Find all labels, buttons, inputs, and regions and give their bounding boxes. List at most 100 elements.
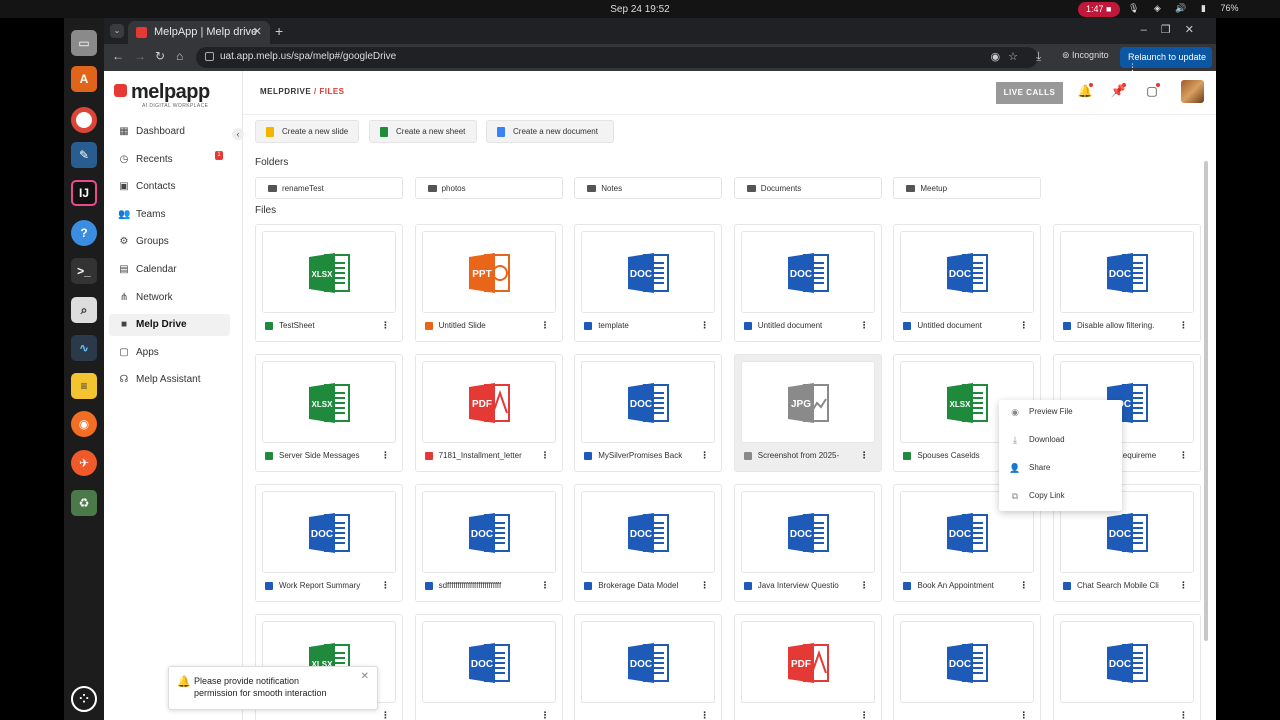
pin-icon[interactable]: 📌 — [1110, 83, 1126, 100]
file-card[interactable]: DOC Java Interview Questio ⋮ — [733, 484, 882, 602]
folder-item[interactable]: Meetup — [893, 177, 1042, 199]
file-thumbnail[interactable]: DOC — [581, 361, 716, 443]
file-card[interactable]: XLSX Server Side Messages ⋮ — [255, 354, 403, 472]
folder-item[interactable]: renameTest — [255, 177, 403, 199]
file-thumbnail[interactable]: DOC — [1060, 231, 1194, 313]
home-icon[interactable]: ⌂ — [176, 49, 183, 63]
trash-icon[interactable]: ♻ — [71, 490, 97, 516]
file-options-icon[interactable]: ⋮ — [1179, 450, 1188, 461]
database-tool-icon[interactable]: ✎ — [71, 142, 97, 168]
file-card[interactable]: DOC ⋮ — [414, 614, 563, 720]
file-options-icon[interactable]: ⋮ — [860, 710, 869, 720]
file-options-icon[interactable]: ⋮ — [541, 580, 550, 591]
close-toast-icon[interactable]: ✕ — [361, 671, 369, 683]
file-thumbnail[interactable]: PDF — [740, 621, 875, 703]
file-card[interactable]: DOC Brokerage Data Model ⋮ — [574, 484, 723, 602]
close-tab-icon[interactable]: ✕ — [253, 25, 262, 38]
folder-item[interactable]: Notes — [574, 177, 723, 199]
sidebar-item-contacts[interactable]: ▣ Contacts — [109, 176, 230, 198]
file-thumbnail[interactable]: JPG — [740, 361, 875, 443]
file-thumbnail[interactable]: DOC — [900, 231, 1035, 313]
file-card[interactable]: DOC sdffffffffffffffffffffffffff ⋮ — [414, 484, 563, 602]
tab-search-button[interactable]: ⌄ — [110, 24, 124, 38]
site-info-icon[interactable] — [205, 52, 214, 61]
file-thumbnail[interactable]: DOC — [1060, 621, 1194, 703]
file-thumbnail[interactable]: XLSX — [262, 361, 396, 443]
file-options-icon[interactable]: ⋮ — [700, 580, 709, 591]
file-card[interactable]: DOC ⋮ — [574, 614, 723, 720]
sidebar-item-teams[interactable]: 👥 Teams — [109, 204, 230, 226]
file-thumbnail[interactable]: DOC — [581, 231, 716, 313]
browser-tab[interactable]: MelpApp | Melp drive ✕ — [128, 21, 270, 44]
file-options-icon[interactable]: ⋮ — [860, 450, 869, 461]
sidebar-item-recents[interactable]: ◷ Recents 1 — [109, 149, 230, 171]
file-options-icon[interactable]: ⋮ — [1019, 580, 1028, 591]
file-thumbnail[interactable]: DOC — [262, 491, 396, 573]
sidebar-item-groups[interactable]: ⚙ Groups — [109, 231, 230, 253]
scrollbar[interactable] — [1204, 161, 1208, 641]
file-card[interactable]: PDF 7181_Installment_letter ⋮ — [414, 354, 563, 472]
file-card[interactable]: DOC template ⋮ — [574, 224, 723, 342]
file-card[interactable]: PDF ⋮ — [733, 614, 882, 720]
forward-icon[interactable]: → — [134, 49, 146, 63]
preview-file-option[interactable]: ◉ Preview File — [999, 400, 1122, 424]
new-tab-button[interactable]: + — [275, 23, 283, 39]
back-icon[interactable]: ← — [112, 49, 124, 63]
file-options-icon[interactable]: ⋮ — [541, 710, 550, 720]
help-icon[interactable]: ? — [71, 220, 97, 246]
file-thumbnail[interactable]: DOC — [421, 491, 556, 573]
file-options-icon[interactable]: ⋮ — [1179, 580, 1188, 591]
download-icon[interactable]: ⤓ — [1036, 49, 1041, 64]
recording-indicator[interactable]: 1:47 ■ — [1078, 2, 1120, 17]
sidebar-item-network[interactable]: ⋔ Network — [109, 287, 230, 309]
sidebar-item-calendar[interactable]: ▤ Calendar — [109, 259, 230, 281]
file-options-icon[interactable]: ⋮ — [541, 320, 550, 331]
system-monitor-icon[interactable]: ∿ — [71, 335, 97, 361]
folder-item[interactable]: photos — [414, 177, 563, 199]
files-app-icon[interactable]: ▭ — [71, 30, 97, 56]
file-thumbnail[interactable]: DOC — [581, 491, 716, 573]
incognito-indicator[interactable]: ⊚ Incognito — [1062, 50, 1109, 61]
bell-icon[interactable]: 🔔 — [1077, 83, 1093, 100]
folder-item[interactable]: Documents — [733, 177, 882, 199]
create-sheet-button[interactable]: Create a new sheet — [369, 120, 477, 143]
search-tool-icon[interactable]: ⌕ — [71, 297, 97, 323]
chrome-icon[interactable] — [71, 107, 97, 133]
postman-icon[interactable]: ✈ — [71, 450, 97, 476]
file-options-icon[interactable]: ⋮ — [700, 320, 709, 331]
file-thumbnail[interactable]: DOC — [900, 621, 1035, 703]
terminal-icon[interactable]: >_ — [71, 258, 97, 284]
file-options-icon[interactable]: ⋮ — [381, 450, 390, 461]
file-thumbnail[interactable]: PDF — [421, 361, 556, 443]
file-card[interactable]: DOC Untitled document ⋮ — [893, 224, 1042, 342]
system-tray[interactable]: 🎙 ◈ 🔊 ▮ 76% — [1128, 3, 1239, 14]
text-editor-icon[interactable]: ≡ — [71, 373, 97, 399]
file-card[interactable]: DOC Work Report Summary ⋮ — [255, 484, 403, 602]
sidebar-item-melp-assistant[interactable]: ☊ Melp Assistant — [109, 369, 230, 391]
sidebar-item-dashboard[interactable]: ▦ Dashboard — [109, 121, 230, 143]
copy-link-option[interactable]: ⧉ Copy Link — [999, 484, 1122, 508]
file-thumbnail[interactable]: XLSX — [262, 231, 396, 313]
file-options-icon[interactable]: ⋮ — [381, 320, 390, 331]
file-options-icon[interactable]: ⋮ — [860, 580, 869, 591]
file-thumbnail[interactable]: DOC — [581, 621, 716, 703]
file-thumbnail[interactable]: DOC — [740, 491, 875, 573]
melp-logo[interactable]: melpapp AI DIGITAL WORKPLACE — [112, 81, 222, 109]
file-options-icon[interactable]: ⋮ — [381, 580, 390, 591]
file-card[interactable]: DOC MySilverPromises Back ⋮ — [574, 354, 723, 472]
address-bar-icons[interactable]: ◉☆ — [991, 50, 1026, 63]
file-card[interactable]: DOC ⋮ — [1053, 614, 1201, 720]
relaunch-button[interactable]: Relaunch to update ⋮ — [1120, 47, 1212, 72]
reload-icon[interactable]: ↻ — [155, 49, 165, 63]
live-calls-button[interactable]: LIVE CALLS — [996, 82, 1063, 104]
file-options-icon[interactable]: ⋮ — [700, 450, 709, 461]
download-option[interactable]: ⤓ Download — [999, 428, 1122, 452]
file-card[interactable]: DOC ⋮ — [893, 614, 1042, 720]
file-options-icon[interactable]: ⋮ — [541, 450, 550, 461]
breadcrumb-root[interactable]: MELPDRIVE — [260, 87, 311, 96]
show-apps-icon[interactable]: ⁘ — [71, 686, 97, 712]
file-thumbnail[interactable]: PPT — [421, 231, 556, 313]
file-thumbnail[interactable]: DOC — [740, 231, 875, 313]
app-store-icon[interactable]: A — [71, 66, 97, 92]
avatar[interactable] — [1181, 80, 1204, 103]
